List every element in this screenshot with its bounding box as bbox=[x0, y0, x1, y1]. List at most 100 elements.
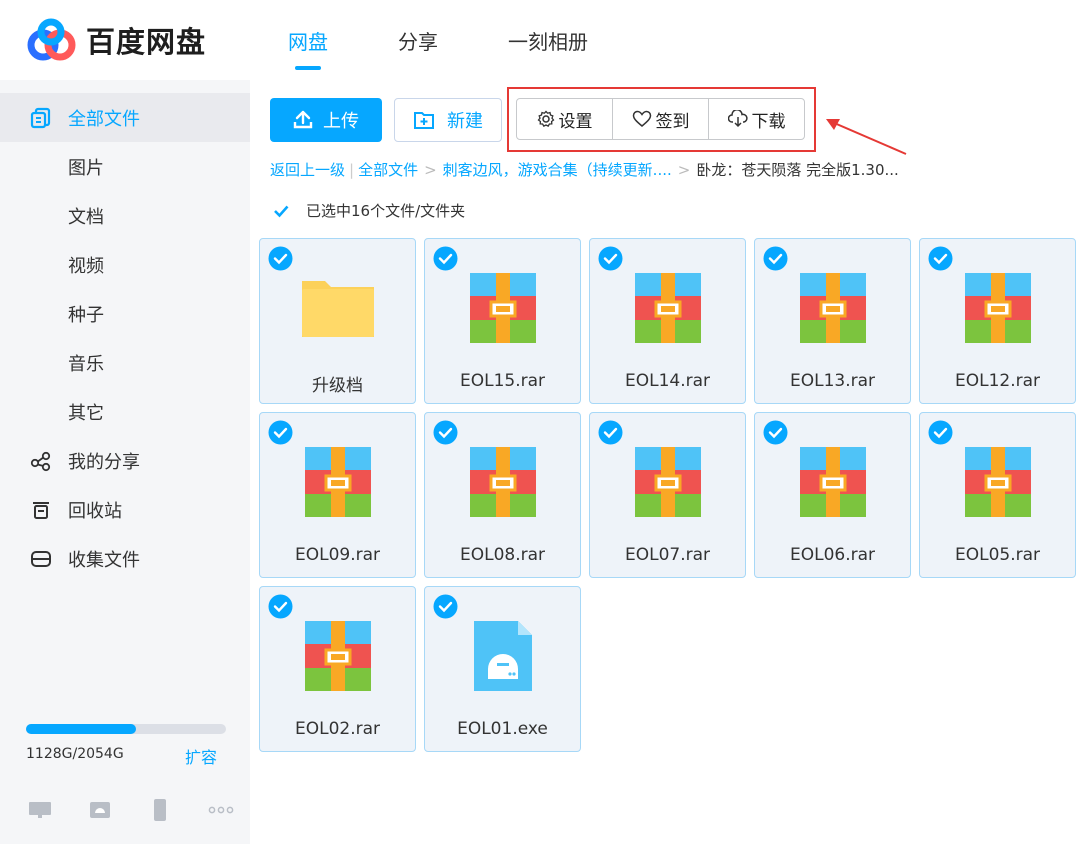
action-button-group: 设置 签到 下载 bbox=[516, 98, 805, 140]
gear-icon bbox=[537, 110, 554, 127]
file-card[interactable]: EOL14.rar bbox=[589, 238, 746, 404]
sidebar-item-label: 音乐 bbox=[68, 353, 104, 375]
header: 百度网盘 网盘 分享 一刻相册 bbox=[0, 0, 1080, 80]
selection-row: 已选中16个文件/文件夹 bbox=[272, 200, 465, 221]
trash-icon bbox=[30, 499, 52, 521]
settings-label: 设置 bbox=[558, 111, 593, 132]
new-folder-icon bbox=[414, 112, 434, 129]
sidebar-item-label: 文档 bbox=[68, 206, 104, 228]
checked-checkbox-icon[interactable] bbox=[433, 246, 458, 271]
upload-button[interactable]: 上传 bbox=[270, 98, 382, 142]
tab-netdisk[interactable]: 网盘 bbox=[288, 26, 328, 70]
checkin-label: 签到 bbox=[655, 111, 690, 132]
desktop-icon[interactable] bbox=[28, 798, 51, 822]
file-card[interactable]: EOL15.rar bbox=[424, 238, 581, 404]
checked-checkbox-icon[interactable] bbox=[763, 420, 788, 445]
select-all-checkbox[interactable] bbox=[272, 202, 290, 220]
phone-icon[interactable] bbox=[148, 798, 170, 822]
file-name: EOL06.rar bbox=[789, 545, 876, 565]
breadcrumb-item[interactable]: 全部文件 bbox=[358, 161, 418, 179]
file-card[interactable]: EOL05.rar bbox=[919, 412, 1076, 578]
storage-progress-fill bbox=[26, 724, 136, 734]
rar-archive-icon bbox=[796, 271, 870, 345]
file-name: EOL07.rar bbox=[624, 545, 711, 565]
rar-archive-icon bbox=[796, 445, 870, 519]
sidebar-item-my-share[interactable]: 我的分享 bbox=[0, 436, 250, 485]
file-card[interactable]: 升级档 bbox=[259, 238, 416, 404]
sidebar-item-label: 回收站 bbox=[68, 500, 122, 522]
file-card[interactable]: EOL07.rar bbox=[589, 412, 746, 578]
checked-checkbox-icon[interactable] bbox=[433, 420, 458, 445]
selection-count-text: 已选中16个文件/文件夹 bbox=[306, 202, 466, 220]
sidebar-item-label: 全部文件 bbox=[68, 108, 140, 130]
storage-usage-text: 1128G/2054G bbox=[26, 746, 124, 762]
sidebar-item-images[interactable]: 图片 bbox=[0, 142, 250, 191]
device-row bbox=[28, 798, 268, 822]
file-card[interactable]: EOL12.rar bbox=[919, 238, 1076, 404]
sidebar-item-videos[interactable]: 视频 bbox=[0, 240, 250, 289]
exe-file-icon bbox=[466, 619, 540, 693]
file-card[interactable]: EOL09.rar bbox=[259, 412, 416, 578]
checked-checkbox-icon[interactable] bbox=[268, 420, 293, 445]
file-card[interactable]: EOL13.rar bbox=[754, 238, 911, 404]
logo[interactable]: 百度网盘 bbox=[26, 18, 206, 62]
file-name: EOL13.rar bbox=[789, 371, 876, 391]
sidebar-item-recycle-bin[interactable]: 回收站 bbox=[0, 485, 250, 534]
sidebar-item-label: 其它 bbox=[68, 402, 104, 424]
settings-button[interactable]: 设置 bbox=[517, 99, 613, 139]
cloud-download-icon bbox=[727, 110, 748, 128]
file-card[interactable]: EOL08.rar bbox=[424, 412, 581, 578]
checked-checkbox-icon[interactable] bbox=[928, 420, 953, 445]
sidebar-item-music[interactable]: 音乐 bbox=[0, 338, 250, 387]
new-folder-button[interactable]: 新建 bbox=[394, 98, 502, 142]
file-name: EOL12.rar bbox=[954, 371, 1041, 391]
file-name: EOL15.rar bbox=[459, 371, 546, 391]
file-name: EOL09.rar bbox=[294, 545, 381, 565]
sidebar-nav: 全部文件 图片 文档 视频 种子 音乐 其它 我的分享 回收站 收集文件 bbox=[0, 80, 250, 583]
checked-checkbox-icon[interactable] bbox=[268, 246, 293, 271]
upload-label: 上传 bbox=[323, 111, 359, 132]
top-tabs: 网盘 分享 一刻相册 bbox=[288, 26, 658, 70]
new-label: 新建 bbox=[447, 111, 483, 132]
breadcrumb-back-link[interactable]: 返回上一级 bbox=[270, 161, 345, 179]
rar-archive-icon bbox=[961, 445, 1035, 519]
checked-checkbox-icon[interactable] bbox=[763, 246, 788, 271]
checked-checkbox-icon[interactable] bbox=[433, 594, 458, 619]
breadcrumb-current: 卧龙：苍天陨落 完全版1.30... bbox=[696, 161, 899, 179]
rar-archive-icon bbox=[466, 271, 540, 345]
breadcrumb: 返回上一级 | 全部文件 > 刺客边风，游戏合集（持续更新.... > 卧龙：苍天陨落 完全… bbox=[270, 161, 899, 179]
sidebar-item-all-files[interactable]: 全部文件 bbox=[0, 93, 250, 142]
file-name: EOL14.rar bbox=[624, 371, 711, 391]
file-card[interactable]: EOL06.rar bbox=[754, 412, 911, 578]
sidebar-item-label: 收集文件 bbox=[68, 549, 140, 571]
checkin-button[interactable]: 签到 bbox=[613, 99, 709, 139]
file-card[interactable]: EOL02.rar bbox=[259, 586, 416, 752]
breadcrumb-item[interactable]: 刺客边风，游戏合集（持续更新.... bbox=[443, 161, 672, 179]
checked-checkbox-icon[interactable] bbox=[268, 594, 293, 619]
rar-archive-icon bbox=[301, 619, 375, 693]
sidebar-item-docs[interactable]: 文档 bbox=[0, 191, 250, 240]
heart-icon bbox=[632, 110, 651, 127]
tab-album[interactable]: 一刻相册 bbox=[508, 26, 588, 55]
tab-share[interactable]: 分享 bbox=[398, 26, 438, 55]
expand-storage-link[interactable]: 扩容 bbox=[185, 744, 217, 768]
sidebar-item-torrents[interactable]: 种子 bbox=[0, 289, 250, 338]
download-button[interactable]: 下载 bbox=[709, 99, 804, 139]
file-card[interactable]: EOL01.exe bbox=[424, 586, 581, 752]
rar-archive-icon bbox=[301, 445, 375, 519]
android-icon[interactable] bbox=[88, 798, 110, 822]
more-icon[interactable] bbox=[208, 798, 234, 822]
checked-checkbox-icon[interactable] bbox=[598, 420, 623, 445]
sidebar-item-label: 视频 bbox=[68, 255, 104, 277]
checked-checkbox-icon[interactable] bbox=[598, 246, 623, 271]
checked-checkbox-icon[interactable] bbox=[928, 246, 953, 271]
collect-icon bbox=[30, 548, 52, 570]
sidebar-item-other[interactable]: 其它 bbox=[0, 387, 250, 436]
rar-archive-icon bbox=[631, 271, 705, 345]
annotation-arrow-icon bbox=[826, 119, 907, 155]
folder-icon bbox=[301, 271, 375, 345]
share-icon bbox=[30, 450, 52, 472]
rar-archive-icon bbox=[466, 445, 540, 519]
upload-icon bbox=[293, 110, 313, 129]
sidebar-item-collect-files[interactable]: 收集文件 bbox=[0, 534, 250, 583]
